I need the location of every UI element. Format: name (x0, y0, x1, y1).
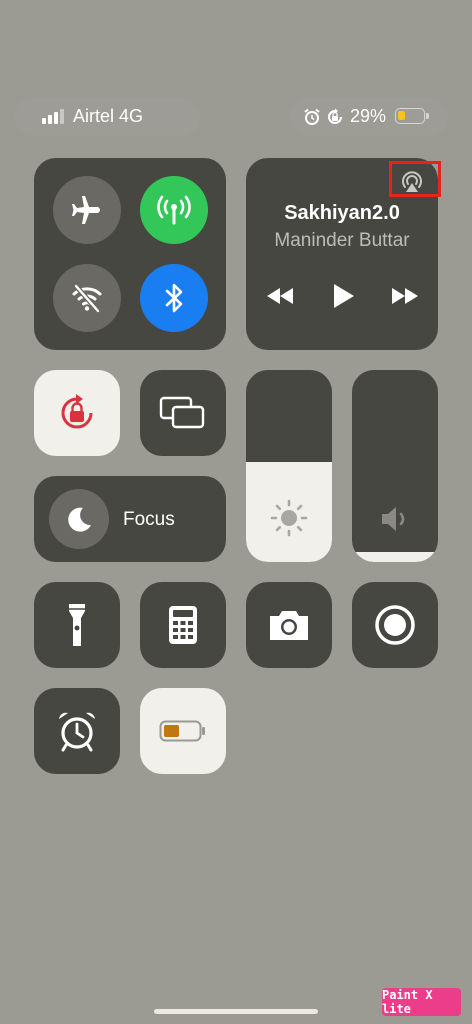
now-playing-panel: Sakhiyan2.0 Maninder Buttar (246, 158, 441, 350)
cellular-data-toggle[interactable] (140, 176, 208, 244)
screen-recording-button[interactable] (352, 582, 438, 668)
home-indicator[interactable] (154, 1009, 318, 1014)
watermark-box: Paint X lite (382, 988, 461, 1016)
focus-label: Focus (123, 509, 175, 530)
fast-forward-button[interactable] (389, 284, 421, 308)
camera-icon (270, 611, 308, 640)
battery-cap (426, 113, 429, 119)
sun-icon (270, 499, 308, 537)
speaker-icon (382, 507, 405, 531)
moon-icon (68, 507, 91, 532)
carrier-label: Airtel 4G (73, 106, 144, 126)
bluetooth-toggle[interactable] (140, 264, 208, 332)
calculator-button[interactable] (140, 582, 226, 668)
rotation-lock-status-icon (328, 108, 342, 124)
wifi-toggle[interactable] (53, 264, 121, 332)
battery-percent-label: 29% (350, 106, 387, 126)
focus-button[interactable]: Focus (34, 476, 226, 562)
flashlight-button[interactable] (34, 582, 120, 668)
play-button[interactable] (330, 282, 356, 310)
flashlight-icon (69, 604, 85, 646)
low-power-battery-icon (159, 720, 205, 742)
orientation-lock-button[interactable] (34, 370, 120, 456)
rewind-button[interactable] (264, 284, 296, 308)
airplay-highlight-box (389, 161, 441, 197)
song-title: Sakhiyan2.0 (284, 202, 400, 224)
connectivity-panel (34, 158, 226, 350)
alarm-clock-icon (59, 712, 95, 752)
record-icon (375, 605, 415, 645)
low-power-mode-button[interactable] (140, 688, 226, 774)
cellular-signal-icon (42, 109, 64, 124)
airplane-mode-toggle[interactable] (53, 176, 121, 244)
volume-level-fill (352, 552, 438, 562)
rotation-lock-icon (61, 394, 93, 429)
focus-moon-circle (49, 489, 109, 549)
alarm-status-icon (304, 108, 320, 125)
screen-mirroring-button[interactable] (140, 370, 226, 456)
airplane-icon (72, 196, 100, 224)
artist-name: Maninder Buttar (274, 230, 410, 251)
antenna-icon (157, 195, 191, 225)
watermark-text: Paint X lite (382, 988, 433, 1016)
screen-mirroring-icon (159, 396, 205, 429)
brightness-slider[interactable] (246, 370, 332, 562)
status-bar: Airtel 4G 29% (0, 100, 472, 134)
calculator-icon (169, 606, 197, 644)
battery-icon (395, 108, 425, 124)
camera-button[interactable] (246, 582, 332, 668)
alarm-button[interactable] (34, 688, 120, 774)
bluetooth-icon (165, 283, 183, 313)
wifi-off-icon (72, 284, 102, 313)
volume-slider[interactable] (352, 370, 438, 562)
